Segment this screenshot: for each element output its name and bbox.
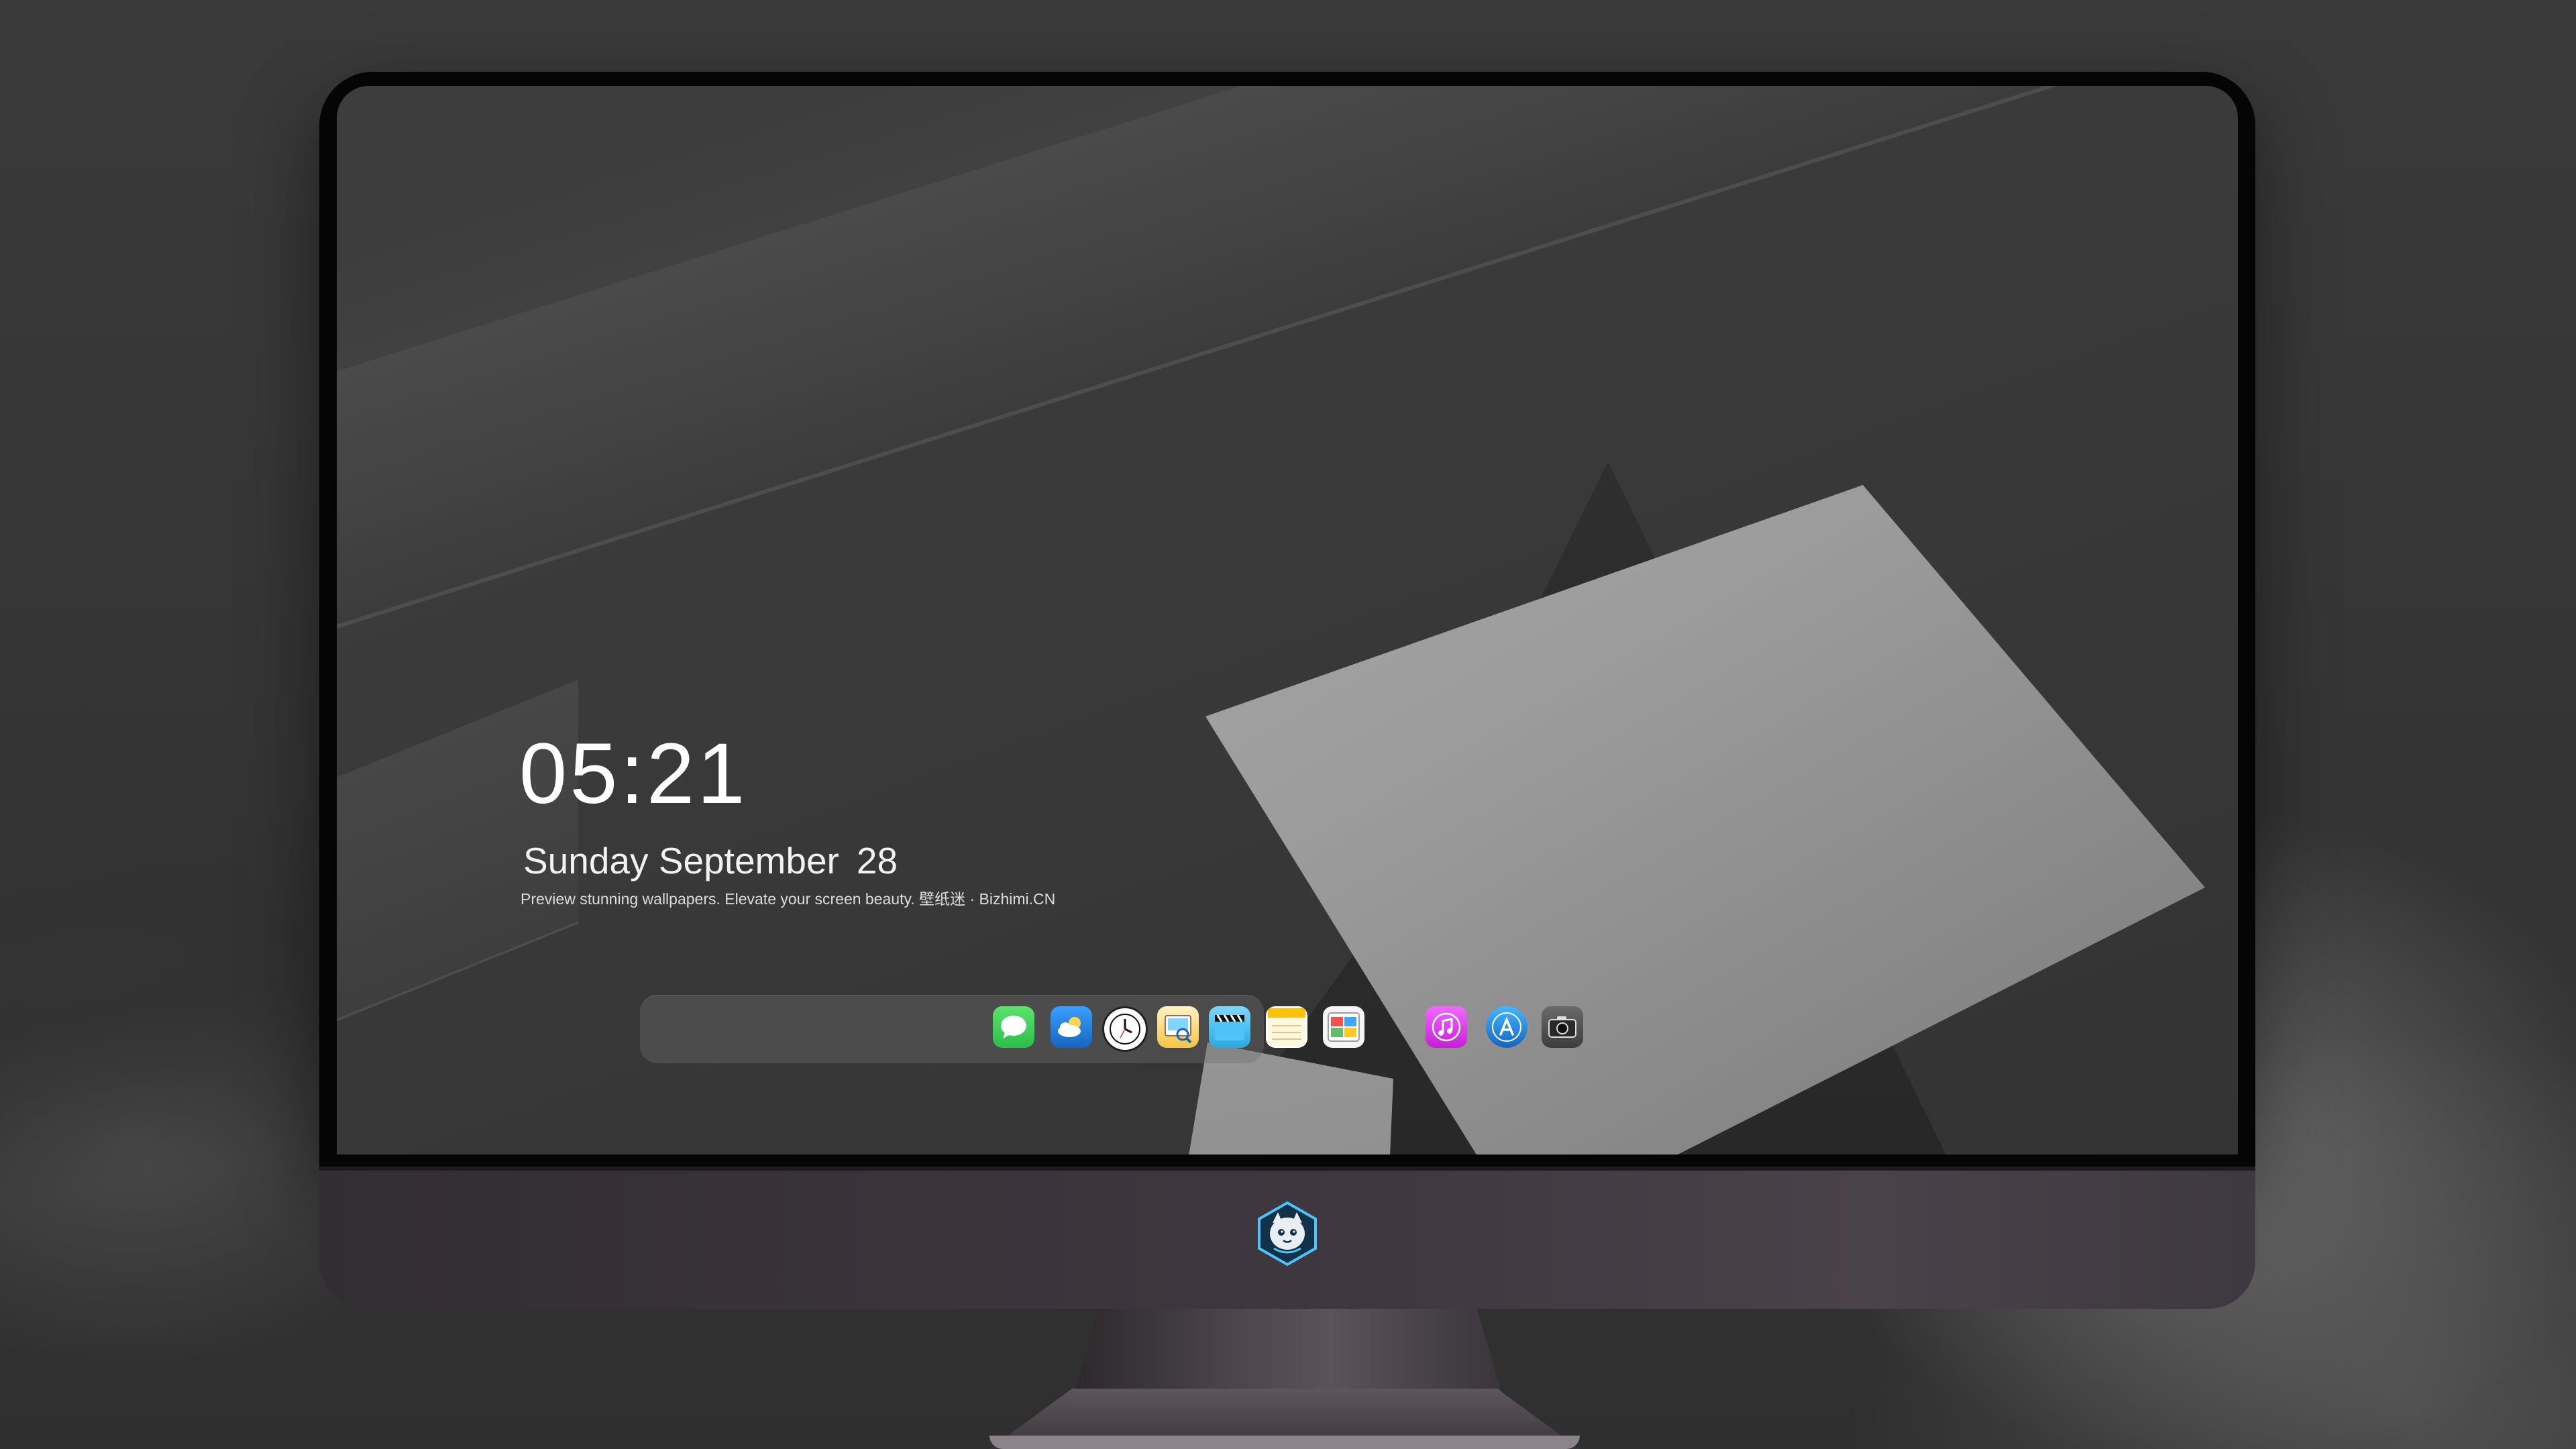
monitor-stand-neck xyxy=(1073,1309,1503,1396)
camera-icon[interactable] xyxy=(1542,1006,1583,1048)
music-icon[interactable] xyxy=(1426,1006,1467,1048)
messages-icon[interactable] xyxy=(993,1006,1034,1048)
clapper-icon[interactable] xyxy=(1209,1006,1250,1048)
notes-icon[interactable] xyxy=(1266,1006,1307,1048)
lock-clock: 05:21 xyxy=(519,726,748,822)
preview-icon[interactable] xyxy=(1157,1006,1199,1048)
desktop-scene: 05:21 Sunday September 28 Preview stunnin… xyxy=(0,0,2576,1449)
lock-date-day: 28 xyxy=(856,840,898,881)
app-store-icon[interactable] xyxy=(1486,1006,1527,1048)
photo-editor-icon[interactable] xyxy=(1323,1006,1364,1048)
mascot-logo-icon xyxy=(1254,1200,1321,1267)
monitor-screen: 05:21 Sunday September 28 Preview stunnin… xyxy=(337,86,2238,1155)
monitor-stand-edge xyxy=(989,1436,1580,1449)
weather-icon[interactable] xyxy=(1051,1006,1092,1048)
clock-icon[interactable] xyxy=(1102,1006,1148,1052)
lock-date: Sunday September 28 xyxy=(523,843,898,879)
wallpaper-tagline: Preview stunning wallpapers. Elevate you… xyxy=(521,890,1056,908)
lock-date-weekday-month: Sunday September xyxy=(523,840,839,881)
